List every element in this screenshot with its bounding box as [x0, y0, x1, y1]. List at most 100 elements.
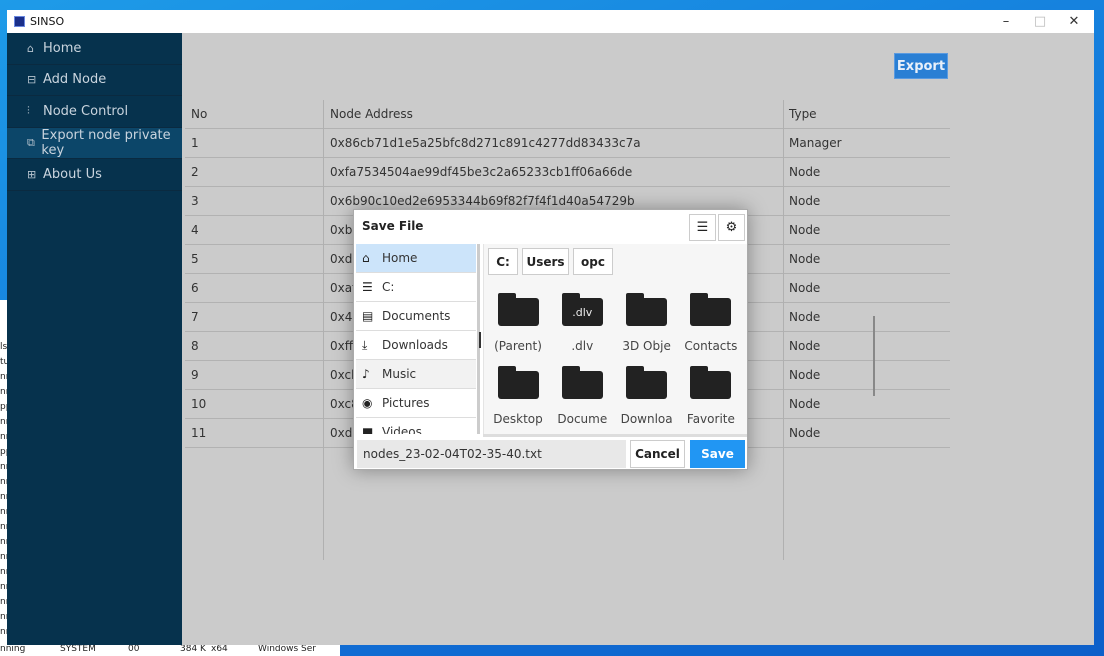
pictures-icon: ◉	[362, 396, 373, 410]
filename-input[interactable]: nodes_23-02-04T02-35-40.txt	[357, 440, 626, 468]
sidebar-item-home[interactable]: ⌂ Home	[7, 33, 182, 65]
node-type: Node	[789, 165, 821, 179]
background-text: nn	[0, 462, 7, 472]
row-number: 2	[191, 165, 199, 179]
breadcrumb-users[interactable]: Users	[522, 248, 569, 275]
breadcrumb-opc[interactable]: opc	[573, 248, 613, 275]
folder-badge	[497, 371, 539, 399]
node-type: Manager	[789, 136, 842, 150]
task-cell: Windows Ser	[258, 645, 316, 654]
task-cell: 00	[128, 645, 140, 654]
node-address: 0x86cb71d1e5a25bfc8d271c891c4277dd83433c…	[330, 136, 641, 150]
task-cell: nning	[0, 645, 26, 654]
place-label: Documents	[382, 309, 451, 323]
file-pane: C: Users opc (Parent) .dlv .dlv 3D Obje Contact…	[483, 244, 875, 434]
column-header: No	[191, 107, 208, 121]
export-button[interactable]: Export	[894, 53, 948, 79]
node-type: Node	[789, 194, 821, 208]
folder-item[interactable]: Docume	[550, 366, 614, 426]
task-cell: 384 K	[180, 645, 206, 654]
folder-label: Desktop	[493, 412, 543, 426]
row-number: 3	[191, 194, 199, 208]
sidebar-item-label: Add Node	[43, 72, 107, 88]
place-c[interactable]: ☰ C:	[356, 273, 476, 302]
place-music[interactable]: ♪ Music	[356, 360, 476, 389]
list-view-button[interactable]: ☰	[689, 214, 716, 241]
column-header: Type	[789, 107, 817, 121]
settings-button[interactable]: ⚙	[718, 214, 745, 241]
folder-icon	[690, 366, 732, 399]
breadcrumb-c[interactable]: C:	[488, 248, 518, 275]
folder-badge	[626, 371, 668, 399]
save-file-dialog: Save File ☰ ⚙ ⌂ Home ☰ C: ▤ Documents ⤓ Downloa…	[353, 209, 875, 470]
place-pictures[interactable]: ◉ Pictures	[356, 389, 476, 418]
node-type: Node	[789, 397, 821, 411]
background-text: tu	[0, 357, 7, 367]
background-window-strip: ls tu nn nn pp nn nn pp nn nn nn nn nn nn nn nn nn nn nn nn	[0, 300, 7, 645]
folder-item[interactable]: Favorite	[679, 366, 743, 426]
background-text: nn	[0, 477, 7, 487]
place-downloads[interactable]: ⤓ Downloads	[356, 331, 476, 360]
background-text: nn	[0, 417, 7, 427]
minimize-button[interactable]: –	[989, 10, 1023, 33]
splitter-handle[interactable]	[479, 332, 481, 348]
horizontal-scrollbar[interactable]	[483, 434, 747, 437]
list-icon: ☰	[696, 220, 709, 235]
maximize-button[interactable]: □	[1023, 10, 1057, 33]
place-videos[interactable]: ■ Videos	[356, 418, 476, 434]
background-text: nn	[0, 552, 7, 562]
folder-item[interactable]: 3D Obje	[615, 293, 679, 353]
sidebar-item-export-node-private-key[interactable]: ⧉ Export node private key	[7, 127, 182, 159]
node-type: Node	[789, 339, 821, 353]
folder-label: Docume	[557, 412, 608, 426]
table-row[interactable]: 1 0x86cb71d1e5a25bfc8d271c891c4277dd83433…	[185, 129, 950, 158]
folder-item[interactable]: Desktop	[486, 366, 550, 426]
folder-item[interactable]: Downloa	[615, 366, 679, 426]
vertical-scrollbar[interactable]	[873, 316, 875, 396]
folder-badge	[497, 298, 539, 326]
close-button[interactable]: ✕	[1057, 10, 1091, 33]
background-text: nn	[0, 432, 7, 442]
background-text: ls	[0, 342, 7, 352]
column-divider	[783, 100, 784, 560]
folder-item[interactable]: Contacts	[679, 293, 743, 353]
folder-item[interactable]: .dlv .dlv	[550, 293, 614, 353]
row-number: 1	[191, 136, 199, 150]
save-button[interactable]: Save	[690, 440, 745, 468]
background-text: pp	[0, 447, 7, 457]
places-list: ⌂ Home ☰ C: ▤ Documents ⤓ Downloads ♪ Music ◉ Pictu…	[356, 244, 476, 434]
place-label: Home	[382, 251, 418, 265]
app-logo-icon	[14, 16, 25, 27]
background-text: nn	[0, 582, 7, 592]
column-divider	[323, 100, 324, 560]
table-row[interactable]: 2 0xfa7534504ae99df45be3c2a65233cb1ff06a6…	[185, 158, 950, 187]
folder-icon	[626, 366, 668, 399]
folder-item[interactable]: (Parent)	[486, 293, 550, 353]
task-cell: x64	[211, 645, 228, 654]
table-header: No Node Address Type	[185, 100, 950, 129]
row-number: 4	[191, 223, 199, 237]
row-number: 8	[191, 339, 199, 353]
node-type: Node	[789, 426, 821, 440]
sidebar-item-label: Export node private key	[41, 127, 171, 158]
node-type: Node	[789, 310, 821, 324]
sidebar-item-label: About Us	[43, 166, 102, 182]
sidebar-item-add-node[interactable]: ⊟ Add Node	[7, 65, 182, 96]
home-icon: ⌂	[27, 41, 34, 55]
music-icon: ♪	[362, 367, 370, 381]
sidebar-item-label: Node Control	[43, 103, 129, 119]
documents-icon: ▤	[362, 309, 374, 323]
sliders-icon: ⫶	[27, 104, 30, 118]
gear-icon: ⚙	[725, 220, 738, 235]
cancel-button[interactable]: Cancel	[630, 440, 685, 468]
folder-label: Contacts	[684, 339, 738, 353]
folder-label: Downloa	[620, 412, 673, 426]
sidebar-item-node-control[interactable]: ⫶ Node Control	[7, 96, 182, 128]
node-address: 0xfa7534504ae99df45be3c2a65233cb1ff06a66…	[330, 165, 633, 179]
sidebar-item-about-us[interactable]: ⊞ About Us	[7, 159, 182, 191]
column-header: Node Address	[330, 107, 413, 121]
videos-icon: ■	[362, 425, 374, 434]
place-home[interactable]: ⌂ Home	[356, 244, 476, 273]
background-text: nn	[0, 507, 7, 517]
place-documents[interactable]: ▤ Documents	[356, 302, 476, 331]
